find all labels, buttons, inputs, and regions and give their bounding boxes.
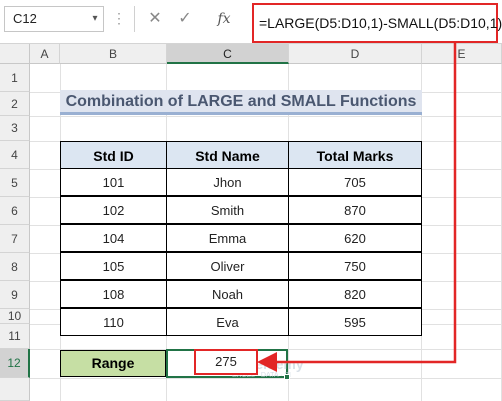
table-cell[interactable]: Smith: [166, 196, 289, 224]
column-header-b[interactable]: B: [60, 44, 167, 64]
table-cell[interactable]: Jhon: [166, 168, 289, 196]
table-cell[interactable]: 620: [288, 224, 422, 252]
table-cell[interactable]: Oliver: [166, 252, 289, 280]
range-label[interactable]: Range: [60, 350, 166, 377]
column-header-a[interactable]: A: [30, 44, 60, 64]
row-header-5[interactable]: 5: [0, 169, 30, 197]
table-cell[interactable]: 750: [288, 252, 422, 280]
insert-function-icon[interactable]: fx: [212, 6, 236, 32]
row-header-4[interactable]: 4: [0, 141, 30, 169]
table-cell[interactable]: 108: [60, 280, 167, 308]
table-cell[interactable]: 595: [288, 308, 422, 336]
row-header-7[interactable]: 7: [0, 225, 30, 253]
header-total-marks[interactable]: Total Marks: [288, 141, 422, 169]
row-header-13[interactable]: [0, 378, 30, 401]
table-cell[interactable]: 102: [60, 196, 167, 224]
column-header-e[interactable]: E: [422, 44, 502, 64]
table-cell[interactable]: Emma: [166, 224, 289, 252]
table-cell[interactable]: 104: [60, 224, 167, 252]
column-header-c[interactable]: C: [167, 44, 289, 64]
row-header-2[interactable]: 2: [0, 92, 30, 116]
fill-handle[interactable]: [284, 374, 290, 380]
table-cell[interactable]: 101: [60, 168, 167, 196]
table-cell[interactable]: 820: [288, 280, 422, 308]
table-cell[interactable]: Eva: [166, 308, 289, 336]
row-header-6[interactable]: 6: [0, 197, 30, 225]
header-std-name[interactable]: Std Name: [166, 141, 289, 169]
column-header-d[interactable]: D: [289, 44, 422, 64]
formula-input[interactable]: =LARGE(D5:D10,1)-SMALL(D5:D10,1): [252, 3, 502, 43]
page-title: Combination of LARGE and SMALL Functions: [60, 90, 422, 115]
table-cell[interactable]: 110: [60, 308, 167, 336]
row-header-8[interactable]: 8: [0, 253, 30, 281]
table-cell[interactable]: 105: [60, 252, 167, 280]
row-header-10[interactable]: 10: [0, 309, 30, 324]
header-std-id[interactable]: Std ID: [60, 141, 167, 169]
row-header-12[interactable]: 12: [0, 349, 30, 378]
range-value[interactable]: 275: [194, 349, 258, 375]
row-header-9[interactable]: 9: [0, 281, 30, 309]
table-cell[interactable]: 705: [288, 168, 422, 196]
row-header-3[interactable]: 3: [0, 116, 30, 141]
select-all-corner[interactable]: [0, 44, 30, 64]
table-cell[interactable]: Noah: [166, 280, 289, 308]
formula-bar-divider: [134, 6, 135, 32]
gridline: [30, 116, 502, 117]
enter-icon[interactable]: ✓: [174, 6, 196, 32]
row-header-11[interactable]: 11: [0, 324, 30, 349]
row-header-1[interactable]: 1: [0, 64, 30, 92]
more-options-icon[interactable]: ⋮: [112, 6, 126, 32]
chevron-down-icon[interactable]: ▾: [88, 6, 102, 32]
cancel-icon[interactable]: ✕: [144, 6, 166, 32]
table-cell[interactable]: 870: [288, 196, 422, 224]
